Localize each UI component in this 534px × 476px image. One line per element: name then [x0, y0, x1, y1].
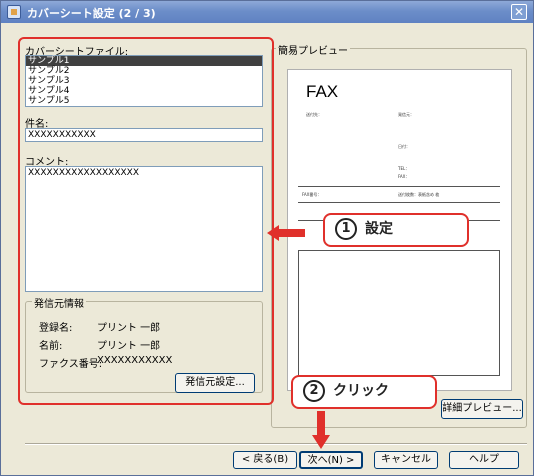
- preview-tel: TEL：: [398, 166, 410, 171]
- next-button[interactable]: 次へ(N) >: [299, 451, 363, 469]
- cancel-button[interactable]: キャンセル: [374, 451, 438, 469]
- preview-fax-number: FAX番号：: [302, 192, 322, 197]
- step2-callout: 2 クリック: [291, 375, 437, 409]
- preview-date: 日付：: [398, 144, 410, 149]
- detail-preview-button[interactable]: 詳細プレビュー...: [441, 399, 523, 419]
- preview-fax-small: FAX：: [398, 174, 410, 179]
- title-bar: カバーシート設定 (2 / 3) ✕: [1, 1, 533, 23]
- preview-from: 発信元：: [398, 112, 414, 117]
- preview-body-box: [298, 250, 500, 376]
- step1-arrow-shaft: [277, 229, 305, 237]
- preview-to: 送付先：: [306, 112, 322, 117]
- app-icon: [7, 5, 21, 19]
- help-button[interactable]: ヘルプ: [449, 451, 519, 469]
- step2-text: クリック: [333, 383, 389, 399]
- step2-arrow-head: [312, 435, 330, 449]
- settings-highlight: [18, 37, 274, 405]
- preview-rule: [298, 186, 500, 187]
- window-title: カバーシート設定 (2 / 3): [27, 7, 156, 20]
- preview-pages: 送付枚数：表紙含め 枚: [398, 192, 440, 197]
- preview-rule: [298, 202, 500, 203]
- footer-separator: [25, 443, 527, 444]
- close-button[interactable]: ✕: [511, 4, 527, 20]
- back-button[interactable]: < 戻る(B): [233, 451, 297, 469]
- step2-number: 2: [303, 380, 325, 402]
- step2-arrow-shaft: [317, 411, 325, 437]
- dialog-window: カバーシート設定 (2 / 3) ✕ カバーシートファイル: サンプル1 サンプ…: [0, 0, 534, 476]
- step1-number: 1: [335, 218, 357, 240]
- step1-callout: 1 設定: [323, 213, 469, 247]
- step1-text: 設定: [365, 221, 393, 237]
- preview-fax-heading: FAX: [306, 82, 339, 101]
- preview-legend: 簡易プレビュー: [276, 42, 350, 57]
